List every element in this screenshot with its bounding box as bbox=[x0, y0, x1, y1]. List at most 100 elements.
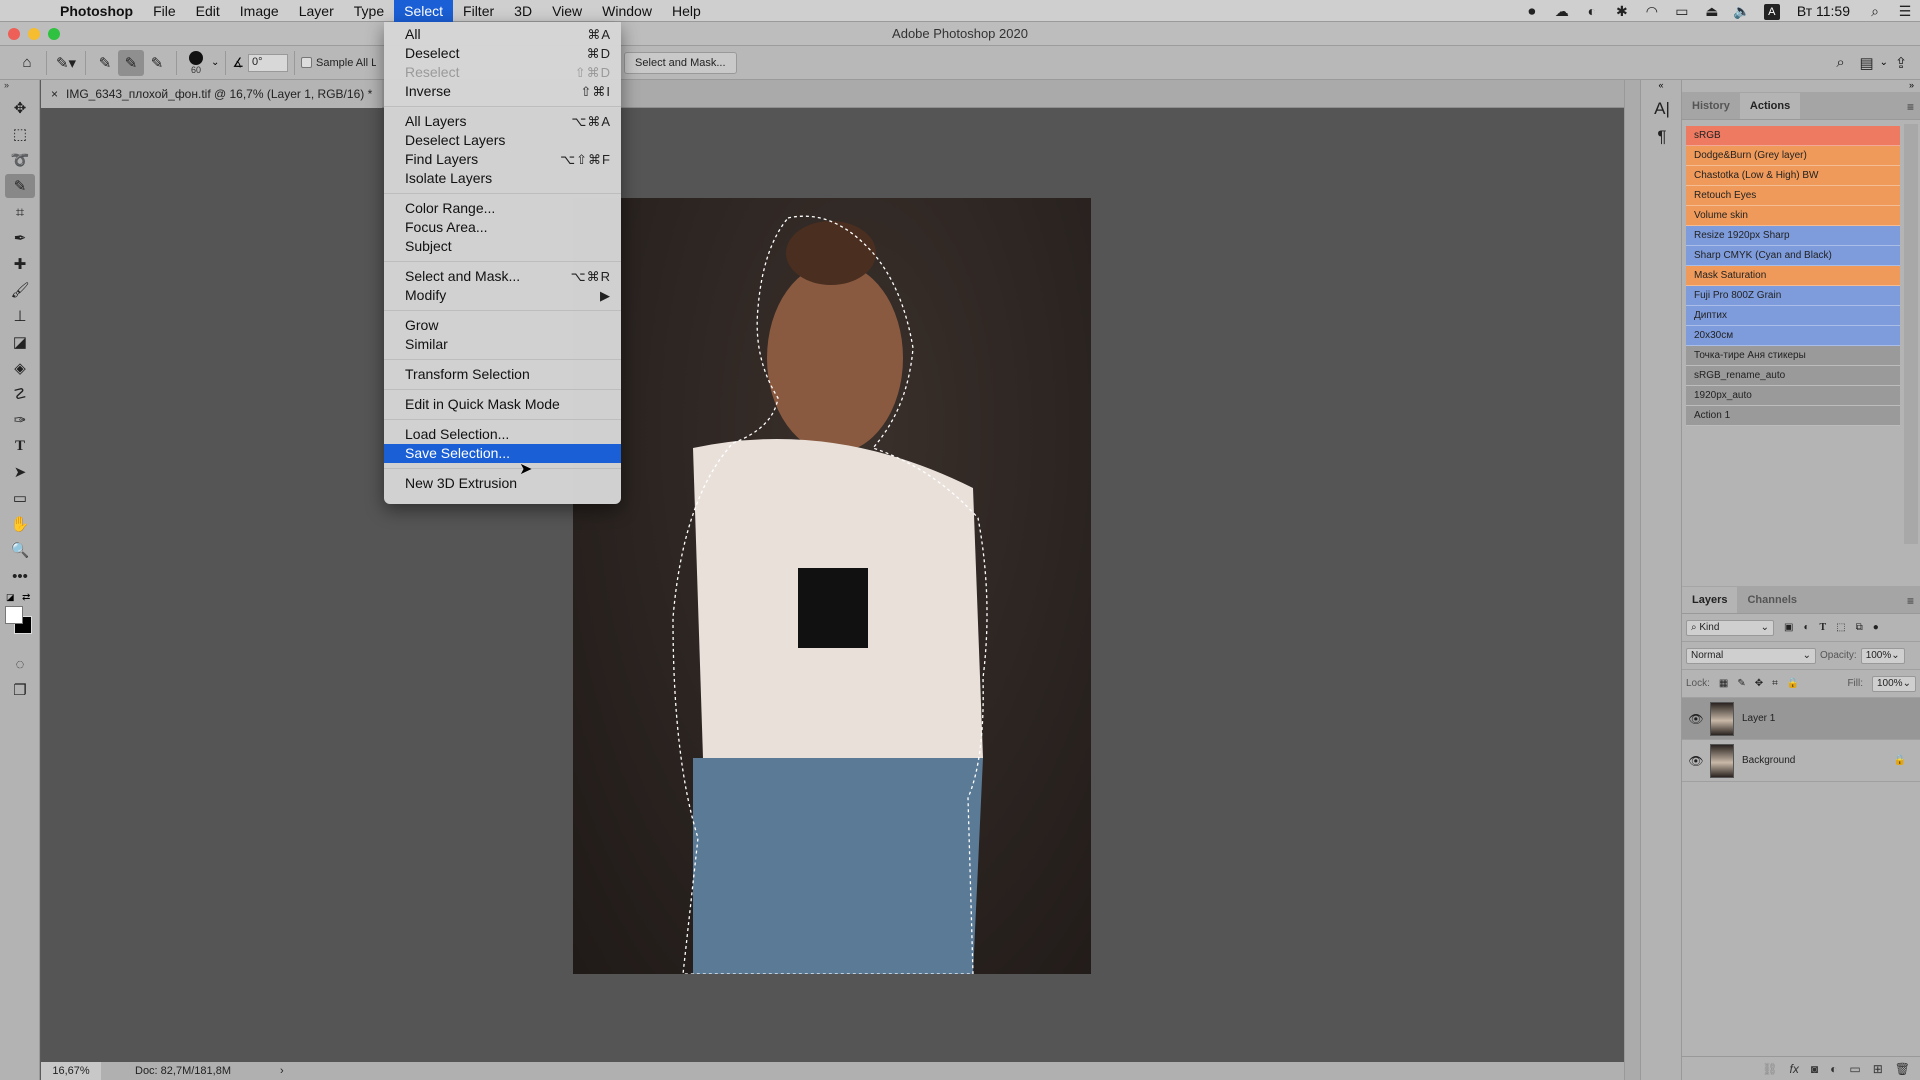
workspace-switcher-icon[interactable]: ▤ bbox=[1854, 50, 1880, 76]
foreground-color-swatch[interactable] bbox=[5, 606, 23, 624]
filter-smart-object-icon[interactable]: ⧉ bbox=[1856, 622, 1863, 633]
layer-filter-select[interactable]: ⌕ Kind ⌄ bbox=[1686, 619, 1774, 636]
document-tab[interactable]: × IMG_6343_плохой_фон.tif @ 16,7% (Layer… bbox=[41, 80, 383, 108]
menu-item-all[interactable]: All ⌘A bbox=[384, 25, 621, 44]
marquee-tool-icon[interactable]: ⬚ bbox=[5, 122, 35, 146]
menu-item-subject[interactable]: Subject bbox=[384, 237, 621, 256]
menu-item-isolate-layers[interactable]: Isolate Layers bbox=[384, 169, 621, 188]
sample-all-layers-checkbox[interactable] bbox=[301, 57, 313, 68]
chevron-down-icon[interactable]: ⌄ bbox=[211, 57, 219, 68]
layer-lock-icon[interactable]: 🔒 bbox=[1894, 755, 1906, 766]
tab-actions[interactable]: Actions bbox=[1739, 93, 1801, 119]
new-selection-icon[interactable]: ✎ bbox=[92, 50, 118, 76]
wifi-icon[interactable]: ◠ bbox=[1637, 3, 1667, 20]
action-item[interactable]: sRGB bbox=[1686, 126, 1900, 146]
opacity-field[interactable]: 100% ⌄ bbox=[1860, 647, 1905, 664]
menu-layer[interactable]: Layer bbox=[289, 0, 344, 22]
action-item[interactable]: Диптих bbox=[1686, 306, 1900, 326]
adjustment-layer-icon[interactable]: ◐ bbox=[1830, 1062, 1837, 1076]
app-extension-icon[interactable]: ◐ bbox=[1577, 3, 1607, 19]
action-item[interactable]: Volume skin bbox=[1686, 206, 1900, 226]
fill-field[interactable]: 100% ⌄ bbox=[1872, 675, 1916, 692]
menu-item-find-layers[interactable]: Find Layers ⌥⇧⌘F bbox=[384, 150, 621, 169]
lock-position-icon[interactable]: ✥ bbox=[1755, 678, 1763, 689]
menu-item-inverse[interactable]: Inverse ⇧⌘I bbox=[384, 82, 621, 101]
rectangle-tool-icon[interactable]: ▭ bbox=[5, 486, 35, 510]
collapse-panel-icon[interactable]: » bbox=[0, 80, 39, 94]
panel-menu-icon[interactable]: ≡ bbox=[1907, 100, 1914, 114]
lock-transparent-icon[interactable]: ▦ bbox=[1719, 678, 1728, 689]
action-item[interactable]: Sharp CMYK (Cyan and Black) bbox=[1686, 246, 1900, 266]
bluetooth-icon[interactable]: ✱ bbox=[1607, 3, 1637, 20]
add-to-selection-icon[interactable]: ✎ bbox=[118, 49, 144, 76]
quick-mask-icon[interactable]: ◌ bbox=[5, 652, 35, 676]
menu-item-modify[interactable]: Modify ▶ bbox=[384, 286, 621, 305]
healing-brush-tool-icon[interactable]: ✚ bbox=[5, 252, 35, 276]
menu-item-all-layers[interactable]: All Layers ⌥⌘A bbox=[384, 112, 621, 131]
spotlight-search-icon[interactable]: ⌕ bbox=[1860, 3, 1890, 20]
smudge-tool-icon[interactable]: ☡ bbox=[5, 382, 35, 406]
collapse-panels-icon[interactable]: » bbox=[1682, 80, 1920, 92]
layer-row[interactable]: 👁 Layer 1 bbox=[1682, 698, 1920, 740]
lasso-tool-icon[interactable]: ➰ bbox=[5, 148, 35, 172]
menu-item-new-3d-extrusion[interactable]: New 3D Extrusion bbox=[384, 474, 621, 493]
default-colors-icon[interactable]: ◪ bbox=[6, 592, 15, 603]
airplay-icon[interactable]: ▭ bbox=[1667, 3, 1697, 20]
menu-file[interactable]: File bbox=[143, 0, 186, 22]
eyedropper-tool-icon[interactable]: ✒ bbox=[5, 226, 35, 250]
tab-channels[interactable]: Channels bbox=[1737, 587, 1807, 613]
menu-image[interactable]: Image bbox=[230, 0, 289, 22]
screen-mode-icon[interactable]: ❐ bbox=[5, 678, 35, 702]
action-item[interactable]: Точка-тире Аня стикеры bbox=[1686, 346, 1900, 366]
menu-item-select-and-mask[interactable]: Select and Mask... ⌥⌘R bbox=[384, 267, 621, 286]
filter-adjustment-icon[interactable]: ◐ bbox=[1803, 622, 1809, 633]
menu-type[interactable]: Type bbox=[344, 0, 394, 22]
more-tools-icon[interactable]: ••• bbox=[5, 564, 35, 588]
angle-field[interactable]: 0° bbox=[248, 53, 289, 72]
pen-tool-icon[interactable]: ✑ bbox=[5, 408, 35, 432]
chevron-down-icon[interactable]: ⌄ bbox=[1880, 57, 1888, 68]
menu-item-deselect-layers[interactable]: Deselect Layers bbox=[384, 131, 621, 150]
action-item[interactable]: sRGB_rename_auto bbox=[1686, 366, 1900, 386]
tab-layers[interactable]: Layers bbox=[1682, 587, 1738, 613]
action-item[interactable]: Resize 1920px Sharp bbox=[1686, 226, 1900, 246]
action-item[interactable]: Dodge&Burn (Grey layer) bbox=[1686, 146, 1900, 166]
new-layer-icon[interactable]: ⊞ bbox=[1873, 1062, 1883, 1076]
menu-item-similar[interactable]: Similar bbox=[384, 335, 621, 354]
action-item[interactable]: Mask Saturation bbox=[1686, 266, 1900, 286]
menu-item-deselect[interactable]: Deselect ⌘D bbox=[384, 44, 621, 63]
link-layers-icon[interactable]: ⛓ bbox=[1762, 1062, 1777, 1076]
menu-item-load-selection[interactable]: Load Selection... bbox=[384, 425, 621, 444]
delete-layer-icon[interactable]: 🗑 bbox=[1895, 1062, 1910, 1076]
notification-center-icon[interactable]: ☰ bbox=[1890, 3, 1920, 20]
filter-shape-icon[interactable]: ⬚ bbox=[1836, 622, 1845, 633]
zoom-tool-icon[interactable]: 🔍 bbox=[5, 538, 35, 562]
select-and-mask-button[interactable]: Select and Mask... bbox=[624, 51, 737, 74]
panel-menu-icon[interactable]: ≡ bbox=[1907, 594, 1914, 608]
share-icon[interactable]: ⇪ bbox=[1888, 50, 1914, 76]
home-icon[interactable]: ⌂ bbox=[14, 50, 40, 76]
creative-cloud-icon[interactable]: ☁ bbox=[1547, 3, 1577, 20]
paragraph-panel-icon[interactable]: ¶ bbox=[1645, 124, 1679, 150]
eject-icon[interactable]: ⏏ bbox=[1697, 3, 1727, 20]
quick-selection-tool-icon[interactable]: ✎ bbox=[5, 174, 35, 198]
layer-row[interactable]: 👁 Background 🔒 bbox=[1682, 740, 1920, 782]
swap-colors-icon[interactable]: ⇄ bbox=[22, 592, 30, 603]
menu-filter[interactable]: Filter bbox=[453, 0, 504, 22]
menu-window[interactable]: Window bbox=[592, 0, 662, 22]
actions-scrollbar[interactable] bbox=[1904, 124, 1918, 544]
paint-bucket-tool-icon[interactable]: ◈ bbox=[5, 356, 35, 380]
menu-3d[interactable]: 3D bbox=[504, 0, 542, 22]
menu-help[interactable]: Help bbox=[662, 0, 711, 22]
hand-tool-icon[interactable]: ✋ bbox=[5, 512, 35, 536]
lock-artboard-icon[interactable]: ⌗ bbox=[1772, 678, 1778, 689]
brush-size-picker[interactable]: 60 bbox=[183, 50, 209, 75]
record-icon[interactable]: ⏺ bbox=[1517, 3, 1547, 20]
menu-item-edit-in-quick-mask-mode[interactable]: Edit in Quick Mask Mode bbox=[384, 395, 621, 414]
status-menu-arrow-icon[interactable]: › bbox=[280, 1065, 284, 1077]
character-panel-icon[interactable]: A| bbox=[1645, 96, 1679, 122]
path-selection-tool-icon[interactable]: ➤ bbox=[5, 460, 35, 484]
document-image[interactable] bbox=[573, 198, 1091, 974]
canvas-vertical-scrollbar[interactable] bbox=[1624, 80, 1640, 1080]
action-item[interactable]: Retouch Eyes bbox=[1686, 186, 1900, 206]
